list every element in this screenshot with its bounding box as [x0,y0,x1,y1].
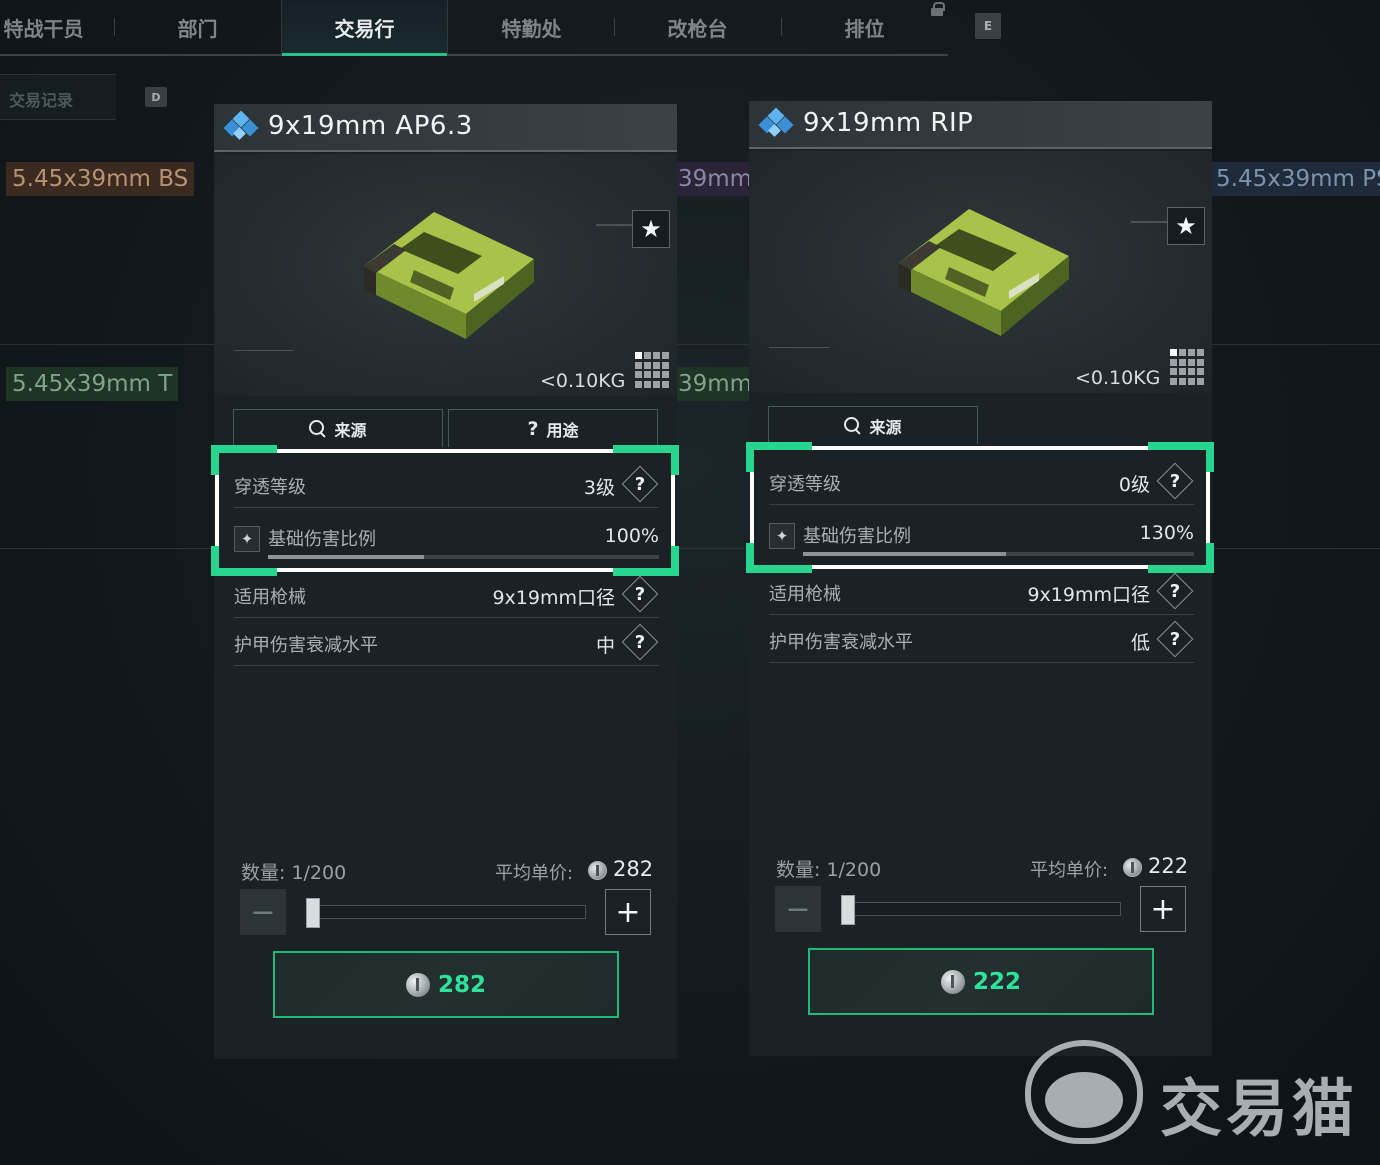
avg-price-label: 平均单价: [495,863,574,884]
coin-icon [940,969,965,994]
item-title: 9x19mm RIP [803,108,974,138]
quantity-label: 数量: 1/200 [241,862,347,884]
item-weight: <0.10KG [540,370,626,392]
panel-header: 9x19mm AP6.3 [214,104,677,152]
grid-icon [1170,349,1206,385]
grid-icon [635,352,671,388]
sub-nav-trade-records[interactable]: 交易记录 [0,74,116,120]
lock-icon [931,2,945,16]
panel-header: 9x19mm RIP [749,101,1212,149]
help-icon[interactable]: ? [621,623,659,661]
watermark: 交易猫 [1025,1040,1365,1150]
help-icon[interactable]: ? [621,575,659,613]
stat-label: 护甲伤害衰减水平 [234,635,378,656]
favorite-star-button[interactable]: ★ [632,210,670,248]
decrease-quantity-button[interactable]: − [775,886,821,932]
buy-price: 222 [972,968,1021,995]
avg-price-value: 282 [613,857,654,881]
ammo-box-image [899,209,1069,336]
source-button-label: 来源 [869,417,902,437]
avg-price-label: 平均单价: [1030,860,1109,881]
bg-item-tag[interactable]: 5.45x39mm BS [6,162,195,196]
search-icon [844,417,861,434]
tab-gunsmith[interactable]: 改枪台 [614,0,781,54]
ammo-box-image [364,212,534,339]
hotkey-e[interactable]: E [975,13,1001,39]
favorite-star-button[interactable]: ★ [1167,207,1205,245]
item-image-area: ★ <0.10KG [749,151,1212,393]
increase-quantity-button[interactable]: + [605,889,651,935]
stat-row-armor-damage: 护甲伤害衰减水平 低 ? [769,615,1194,663]
stat-highlight-frame [211,445,679,576]
coin-icon [405,972,430,997]
tab-ranked[interactable]: 排位 [781,0,948,54]
quantity-slider-thumb[interactable] [306,898,320,928]
item-title: 9x19mm AP6.3 [268,111,473,141]
star-icon: ★ [1175,212,1197,240]
bg-item-tag[interactable]: 39mm [672,367,752,401]
question-icon: ? [527,417,539,440]
decrease-quantity-button[interactable]: − [240,889,286,935]
buy-button[interactable]: 282 [273,951,619,1018]
watermark-text: 交易猫 [1160,1072,1359,1145]
coin-icon [1123,858,1142,877]
stat-row-armor-damage: 护甲伤害衰减水平 中 ? [234,618,659,666]
tab-operators[interactable]: 特战干员 [0,0,127,54]
help-icon[interactable]: ? [1156,572,1194,610]
buy-price: 282 [437,971,486,998]
increase-quantity-button[interactable]: + [1140,886,1186,932]
stat-label: 适用枪械 [234,587,306,608]
stat-row-weapon: 适用枪械 9x19mm口径 ? [234,570,659,618]
stat-value: 9x19mm口径 [492,587,615,609]
item-weight: <0.10KG [1075,367,1161,389]
bg-item-tag[interactable]: 39mm [672,162,752,196]
stat-value: 9x19mm口径 [1027,584,1150,606]
stat-value: 中 [595,635,615,657]
stat-value: 低 [1130,632,1150,654]
avg-price-value: 222 [1148,854,1189,878]
diamond-icon [223,110,259,142]
item-detail-panel: 9x19mm AP6.3 ★ <0.10KG 来源 ? 用途 穿透等级 3级 ?… [211,104,679,1059]
quantity-slider[interactable] [306,905,586,919]
bg-item-tag[interactable]: 5.45x39mm PS [1210,162,1380,196]
top-nav: 特战干员 部门 交易行 特勤处 改枪台 排位 [0,0,948,56]
usage-button[interactable]: ? 用途 [448,409,658,447]
coin-icon [588,861,607,880]
hotkey-d[interactable]: D [145,87,167,107]
stat-highlight-frame [746,442,1214,573]
deco-line [769,347,829,348]
trade-records-label: 交易记录 [9,91,74,110]
cat-logo-icon [1025,1040,1143,1144]
stat-row-weapon: 适用枪械 9x19mm口径 ? [769,567,1194,615]
deco-line [234,350,294,351]
source-button[interactable]: 来源 [768,406,978,444]
source-button-label: 来源 [334,420,367,440]
help-icon[interactable]: ? [1156,620,1194,658]
source-button[interactable]: 来源 [233,409,443,447]
search-icon [309,420,326,437]
quantity-label: 数量: 1/200 [776,859,882,881]
item-image-area: ★ <0.10KG [214,154,677,396]
quantity-slider-thumb[interactable] [841,895,855,925]
stat-label: 护甲伤害衰减水平 [769,632,913,653]
stat-label: 适用枪械 [769,584,841,605]
tab-department[interactable]: 部门 [114,0,281,54]
tab-special-service[interactable]: 特勤处 [448,0,615,54]
tab-trade-market[interactable]: 交易行 [281,0,448,56]
quantity-slider[interactable] [841,902,1121,916]
buy-button[interactable]: 222 [808,948,1154,1015]
item-detail-panel: 9x19mm RIP ★ <0.10KG 来源 穿透等级 0级 ? ✦ 基础伤害… [746,101,1214,1056]
usage-button-label: 用途 [546,420,579,440]
star-icon: ★ [640,215,662,243]
diamond-icon [758,107,794,139]
bg-item-tag[interactable]: 5.45x39mm T [6,367,179,401]
